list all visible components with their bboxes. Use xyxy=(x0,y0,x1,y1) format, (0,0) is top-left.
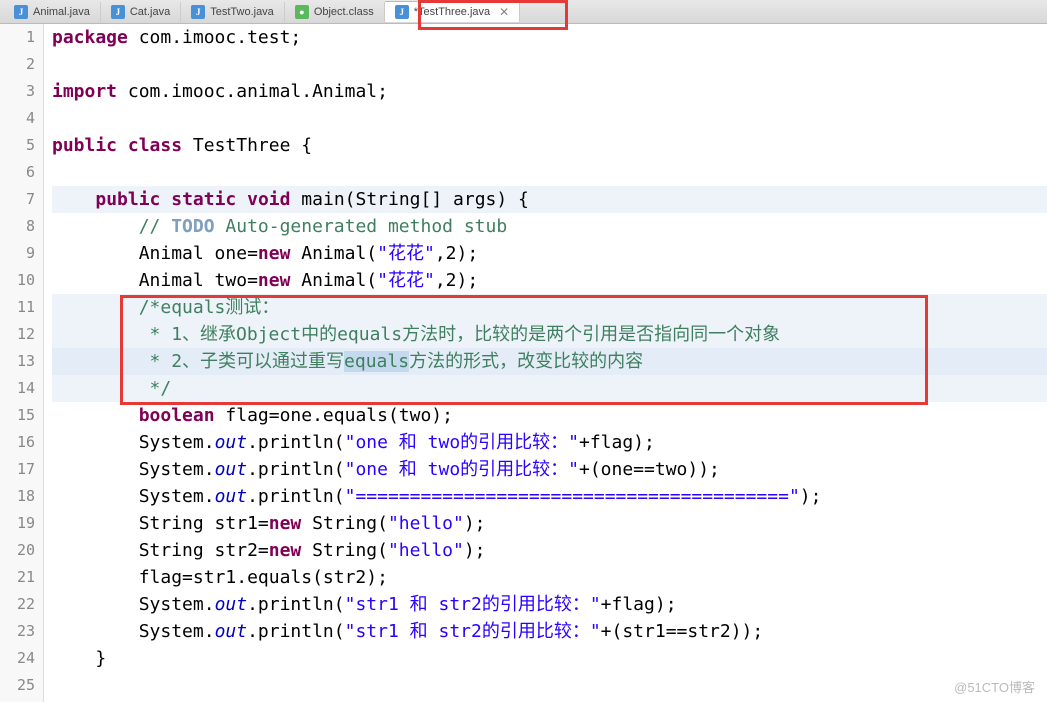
code-editor[interactable]: 1 2 3 4 5 6 7 8 9 10 11 12 13 14 15 16 1… xyxy=(0,24,1047,702)
tab-label: TestTwo.java xyxy=(210,6,274,18)
code-line: * 2、子类可以通过重写equals方法的形式，改变比较的内容 xyxy=(52,348,1047,375)
code-line: System.out.println("one 和 two的引用比较："+fla… xyxy=(52,429,1047,456)
tab-label: Cat.java xyxy=(130,6,170,18)
code-line: flag=str1.equals(str2); xyxy=(52,564,1047,591)
code-line: Animal two=new Animal("花花",2); xyxy=(52,267,1047,294)
editor-tab-bar: J Animal.java J Cat.java J TestTwo.java … xyxy=(0,0,1047,24)
tab-label: Animal.java xyxy=(33,6,90,18)
code-line: public class TestThree { xyxy=(52,132,1047,159)
line-number: 13 xyxy=(0,348,35,375)
code-line: /*equals测试： xyxy=(52,294,1047,321)
line-number: 18 xyxy=(0,483,35,510)
close-icon[interactable]: ✕ xyxy=(499,5,509,19)
line-number: 3 xyxy=(0,78,35,105)
line-number: 10 xyxy=(0,267,35,294)
tab-cat-java[interactable]: J Cat.java xyxy=(101,2,181,22)
java-icon: J xyxy=(191,5,205,19)
line-number: 21 xyxy=(0,564,35,591)
code-line: import com.imooc.animal.Animal; xyxy=(52,78,1047,105)
line-number: 17 xyxy=(0,456,35,483)
code-line xyxy=(52,105,1047,132)
code-line: */ xyxy=(52,375,1047,402)
code-line: * 1、继承Object中的equals方法时，比较的是两个引用是否指向同一个对… xyxy=(52,321,1047,348)
tab-object-class[interactable]: ● Object.class xyxy=(285,2,385,22)
code-line xyxy=(52,51,1047,78)
line-number-gutter: 1 2 3 4 5 6 7 8 9 10 11 12 13 14 15 16 1… xyxy=(0,24,44,702)
line-number: 19 xyxy=(0,510,35,537)
code-line: System.out.println("str1 和 str2的引用比较："+(… xyxy=(52,618,1047,645)
code-line: package com.imooc.test; xyxy=(52,24,1047,51)
code-line: String str2=new String("hello"); xyxy=(52,537,1047,564)
code-area[interactable]: package com.imooc.test; import com.imooc… xyxy=(44,24,1047,702)
line-number: 25 xyxy=(0,672,35,699)
code-line xyxy=(52,672,1047,699)
code-line: public static void main(String[] args) { xyxy=(52,186,1047,213)
class-icon: ● xyxy=(295,5,309,19)
code-line: } xyxy=(52,645,1047,672)
code-line: System.out.println("str1 和 str2的引用比较："+f… xyxy=(52,591,1047,618)
tab-testthree-java[interactable]: J *TestThree.java ✕ xyxy=(385,1,521,22)
line-number: 20 xyxy=(0,537,35,564)
java-icon: J xyxy=(111,5,125,19)
line-number: 22 xyxy=(0,591,35,618)
tab-label: *TestThree.java xyxy=(414,6,490,18)
line-number: 14 xyxy=(0,375,35,402)
line-number: 16 xyxy=(0,429,35,456)
line-number: 6 xyxy=(0,159,35,186)
line-number: 1 xyxy=(0,24,35,51)
line-number: 8 xyxy=(0,213,35,240)
line-number: 15 xyxy=(0,402,35,429)
line-number: 5 xyxy=(0,132,35,159)
java-icon: J xyxy=(14,5,28,19)
line-number: 23 xyxy=(0,618,35,645)
code-line: System.out.println("====================… xyxy=(52,483,1047,510)
line-number: 12 xyxy=(0,321,35,348)
tab-testtwo-java[interactable]: J TestTwo.java xyxy=(181,2,285,22)
tab-animal-java[interactable]: J Animal.java xyxy=(4,2,101,22)
line-number: 4 xyxy=(0,105,35,132)
line-number: 7 xyxy=(0,186,35,213)
tab-label: Object.class xyxy=(314,6,374,18)
code-line xyxy=(52,159,1047,186)
code-line: System.out.println("one 和 two的引用比较："+(on… xyxy=(52,456,1047,483)
java-icon: J xyxy=(395,5,409,19)
code-line: // TODO Auto-generated method stub xyxy=(52,213,1047,240)
code-line: Animal one=new Animal("花花",2); xyxy=(52,240,1047,267)
line-number: 24 xyxy=(0,645,35,672)
watermark: @51CTO博客 xyxy=(954,677,1035,696)
code-line: boolean flag=one.equals(two); xyxy=(52,402,1047,429)
line-number: 2 xyxy=(0,51,35,78)
line-number: 9 xyxy=(0,240,35,267)
line-number: 11 xyxy=(0,294,35,321)
code-line: String str1=new String("hello"); xyxy=(52,510,1047,537)
